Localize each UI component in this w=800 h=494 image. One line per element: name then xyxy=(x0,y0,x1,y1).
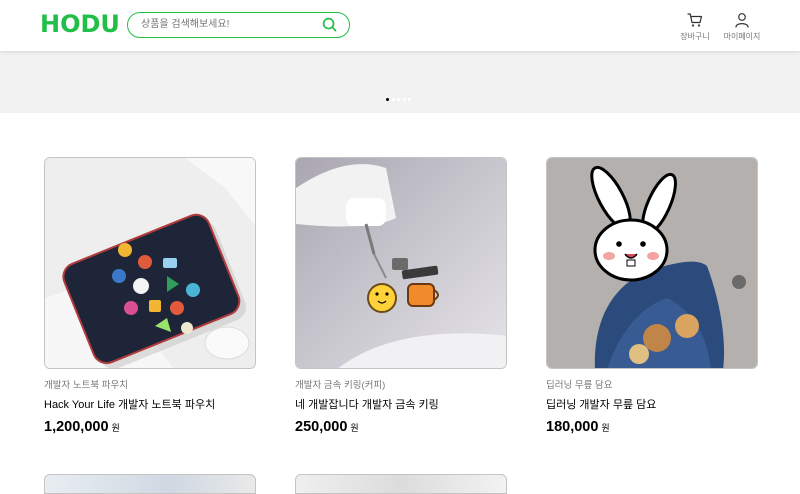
product-card[interactable] xyxy=(295,474,507,494)
carousel-indicators xyxy=(386,98,411,102)
knee-blanket-image xyxy=(547,158,757,368)
price-unit: 원 xyxy=(111,423,120,433)
carousel-dot[interactable] xyxy=(397,98,400,101)
mypage-button[interactable]: 마이페이지 xyxy=(717,12,767,42)
product-thumbnail[interactable] xyxy=(44,157,256,369)
carousel-dot[interactable] xyxy=(391,98,395,101)
product-name[interactable]: 딥러닝 개발자 무릎 담요 xyxy=(546,398,758,412)
price-value: 1,200,000 xyxy=(44,419,109,435)
product-thumbnail[interactable] xyxy=(546,157,758,369)
product-price: 1,200,000 원 xyxy=(44,418,256,437)
price-value: 250,000 xyxy=(295,419,348,435)
product-name[interactable]: 네 개발잡니다 개발자 금속 키링 xyxy=(295,398,507,412)
product-card[interactable] xyxy=(44,474,256,494)
product-seller: 딥러닝 무릎 담요 xyxy=(546,380,613,391)
search-bar[interactable] xyxy=(127,12,350,38)
shopping-cart-icon xyxy=(687,13,703,27)
price-unit: 원 xyxy=(350,423,359,433)
header: HODU 장바구니 마이페이지 xyxy=(0,0,800,51)
user-icon xyxy=(735,13,749,28)
product-seller: 개발자 노트북 파우치 xyxy=(44,380,128,391)
search-icon[interactable] xyxy=(322,17,337,32)
product-card[interactable]: 개발자 노트북 파우치 Hack Your Life 개발자 노트북 파우치 1… xyxy=(44,157,256,437)
carousel-dot[interactable] xyxy=(408,98,411,101)
logo[interactable]: HODU xyxy=(40,10,120,38)
product-price: 250,000 원 xyxy=(295,418,507,437)
product-price: 180,000 원 xyxy=(546,418,758,437)
price-value: 180,000 xyxy=(546,419,599,435)
metal-keyring-image xyxy=(296,158,506,368)
carousel-dot[interactable] xyxy=(386,98,389,101)
price-unit: 원 xyxy=(601,423,610,433)
product-card[interactable]: 개발자 금속 키링(커피) 네 개발잡니다 개발자 금속 키링 250,000 원 xyxy=(295,157,507,437)
banner-carousel[interactable] xyxy=(0,51,800,113)
product-name[interactable]: Hack Your Life 개발자 노트북 파우치 xyxy=(44,398,256,412)
carousel-dot[interactable] xyxy=(402,98,406,101)
cart-button[interactable]: 장바구니 xyxy=(670,12,720,42)
mypage-label: 마이페이지 xyxy=(723,32,761,41)
cart-label: 장바구니 xyxy=(680,32,710,41)
product-seller: 개발자 금속 키링(커피) xyxy=(295,380,386,391)
search-input[interactable] xyxy=(141,13,321,36)
product-thumbnail[interactable] xyxy=(295,157,507,369)
laptop-pouch-image xyxy=(45,158,255,368)
product-card[interactable]: 딥러닝 무릎 담요 딥러닝 개발자 무릎 담요 180,000 원 xyxy=(546,157,758,437)
